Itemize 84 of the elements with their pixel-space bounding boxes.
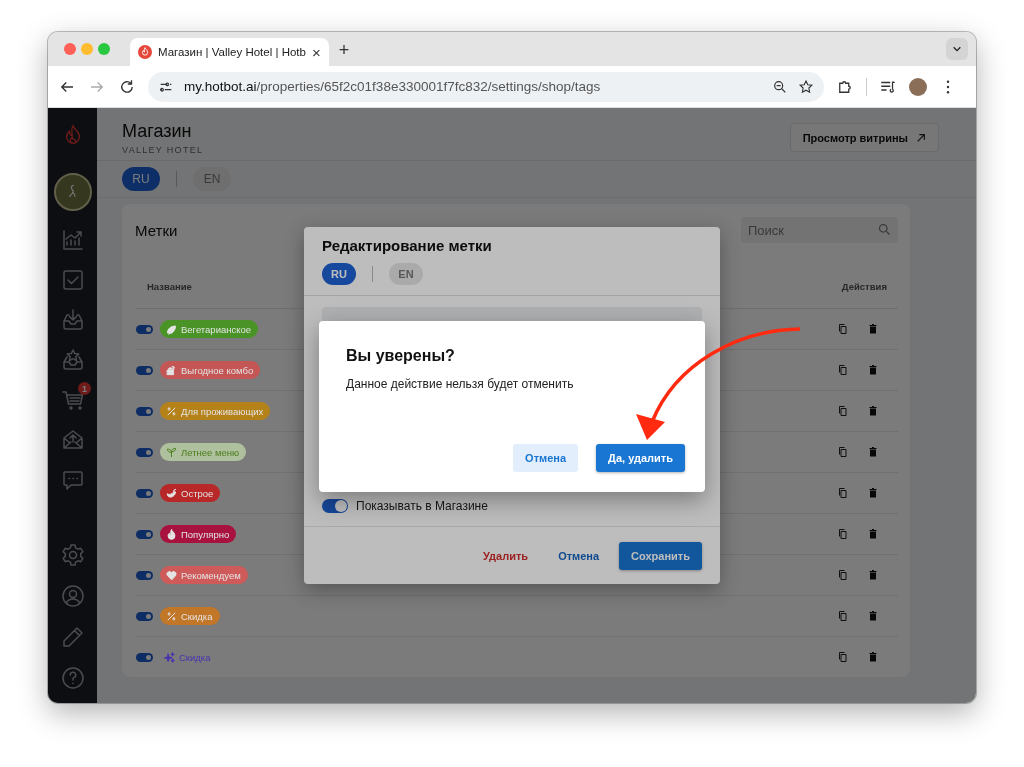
delete-icon[interactable] [867, 405, 879, 417]
page-title: Магазин [122, 120, 193, 142]
copy-icon[interactable] [837, 651, 849, 663]
column-header: Название [147, 280, 192, 292]
tag-label: Вегетарианское [160, 320, 259, 338]
copy-icon[interactable] [837, 364, 849, 376]
toggle-label: Показывать в Магазине [356, 499, 488, 513]
flame-icon [166, 528, 177, 540]
tag-label: Популярно [160, 525, 237, 543]
toggle-switch[interactable] [136, 611, 153, 621]
tag-label: Рекомендуем [160, 566, 248, 584]
tab-title: Магазин | Valley Hotel | Hotb [158, 46, 306, 58]
toggle-switch[interactable] [136, 488, 153, 498]
star-icon[interactable] [798, 78, 814, 95]
tag-label: Для проживающих [160, 402, 271, 420]
search-icon[interactable] [877, 222, 892, 237]
zoom-icon[interactable] [772, 78, 788, 95]
toggle-switch[interactable] [136, 447, 153, 457]
search-field[interactable]: Поиск [741, 217, 898, 243]
tag-label: Летнее меню [160, 443, 247, 461]
delete-icon[interactable] [867, 364, 879, 376]
delete-icon[interactable] [867, 610, 879, 622]
heart-icon [166, 569, 177, 581]
toggle-switch[interactable] [136, 529, 153, 539]
tag-label: Выгодное комбо [160, 361, 261, 379]
tag-label: Острое [160, 484, 221, 502]
hotel-avatar[interactable] [53, 173, 92, 211]
tag-label: Скидка [160, 648, 218, 666]
cart-badge: 1 [78, 382, 91, 395]
hotel-name: VALLEY HOTEL [122, 145, 204, 155]
chevron-down-icon[interactable] [952, 44, 962, 54]
dialog-title: Редактирование метки [322, 237, 493, 254]
url-text: my.hotbot.ai/properties/65f2c01f38e330001f7fc832/settings/shop/tags [184, 79, 602, 94]
toggle-switch[interactable] [136, 406, 153, 416]
delete-icon[interactable] [867, 487, 879, 499]
copy-icon[interactable] [837, 569, 849, 581]
tag-label: Скидка [160, 607, 220, 625]
dialog-button[interactable]: Да, удалить [596, 444, 685, 472]
toggle-switch[interactable] [136, 652, 153, 662]
address-bar[interactable]: my.hotbot.ai/properties/65f2c01f38e330001f7fc832/settings/shop/tags [148, 71, 824, 102]
copy-icon[interactable] [837, 405, 849, 417]
copy-icon[interactable] [837, 323, 849, 335]
external-link-icon [916, 132, 926, 143]
toggle-switch[interactable] [136, 570, 153, 580]
language-tab[interactable]: RU [122, 167, 160, 191]
dialog-button[interactable]: Удалить [472, 541, 539, 570]
dialog-title: Вы уверены? [346, 347, 456, 365]
delete-icon[interactable] [867, 569, 879, 581]
tab-list-button[interactable] [946, 38, 968, 60]
delete-icon[interactable] [867, 528, 879, 540]
language-tab[interactable]: RU [322, 263, 356, 285]
reload-icon[interactable] [118, 77, 136, 96]
dialog-message: Данное действие нельзя будет отменить [346, 377, 575, 391]
delete-icon[interactable] [867, 323, 879, 335]
checkbox-icon[interactable] [60, 268, 85, 292]
new-tab-button[interactable]: + [338, 40, 350, 61]
profile-avatar[interactable] [909, 77, 927, 96]
column-header: Действия [841, 280, 887, 292]
flame-icon [138, 45, 152, 59]
copy-icon[interactable] [837, 446, 849, 458]
delete-icon[interactable] [867, 446, 879, 458]
dialog-button[interactable]: Сохранить [619, 541, 702, 570]
leaf-icon [166, 323, 177, 335]
card-title: Метки [135, 221, 178, 239]
percent-icon [166, 405, 177, 417]
percent-icon [166, 610, 177, 622]
inbox-star-icon[interactable] [60, 348, 85, 372]
dialog-button[interactable]: Отмена [513, 444, 579, 472]
delete-icon[interactable] [867, 651, 879, 663]
browser-tab[interactable]: Магазин | Valley Hotel | Hotb × [130, 38, 329, 66]
copy-icon[interactable] [837, 528, 849, 540]
storefront-button[interactable]: Просмотр витрины [789, 123, 939, 152]
dialog-button[interactable]: Отмена [548, 541, 610, 570]
sprout-icon [166, 446, 177, 458]
toggle-switch[interactable] [136, 365, 153, 375]
copy-icon[interactable] [837, 610, 849, 622]
tab-close-button[interactable]: × [311, 43, 321, 61]
copy-icon[interactable] [837, 487, 849, 499]
language-tab[interactable]: EN [389, 263, 423, 285]
burger-icon [166, 364, 177, 376]
toggle-switch[interactable] [322, 499, 348, 513]
pepper-icon [166, 487, 177, 499]
sparkle-icon [164, 651, 175, 663]
toggle-switch[interactable] [136, 324, 153, 334]
